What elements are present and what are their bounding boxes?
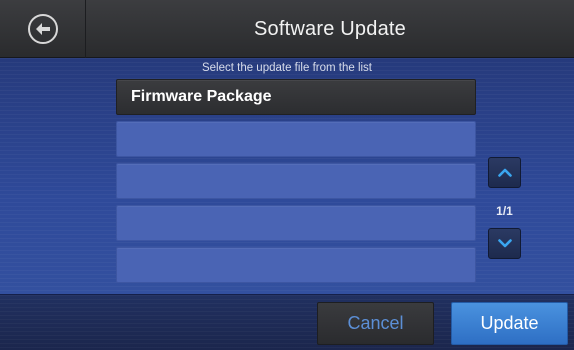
footer-bar: Cancel Update xyxy=(0,294,574,350)
list-item[interactable] xyxy=(116,163,476,199)
list-item[interactable] xyxy=(116,205,476,241)
list-item[interactable] xyxy=(116,121,476,157)
back-button[interactable] xyxy=(0,0,86,58)
header-bar: Software Update xyxy=(0,0,574,58)
cancel-button[interactable]: Cancel xyxy=(317,302,434,345)
scroll-down-button[interactable] xyxy=(488,228,521,259)
scroll-up-button[interactable] xyxy=(488,157,521,188)
instruction-text: Select the update file from the list xyxy=(201,62,373,74)
update-file-list: Firmware Package xyxy=(116,79,476,289)
software-update-screen: Software Update Select the update file f… xyxy=(0,0,574,350)
list-item[interactable]: Firmware Package xyxy=(116,79,476,115)
list-item-label: Firmware Package xyxy=(131,88,272,105)
page-indicator: 1/1 xyxy=(496,204,513,218)
list-item[interactable] xyxy=(116,247,476,283)
main-content: Select the update file from the list Fir… xyxy=(0,58,574,294)
page-title: Software Update xyxy=(254,17,406,40)
back-arrow-icon xyxy=(27,14,58,44)
update-button[interactable]: Update xyxy=(451,302,568,345)
chevron-up-icon xyxy=(497,168,512,177)
chevron-down-icon xyxy=(497,239,512,248)
